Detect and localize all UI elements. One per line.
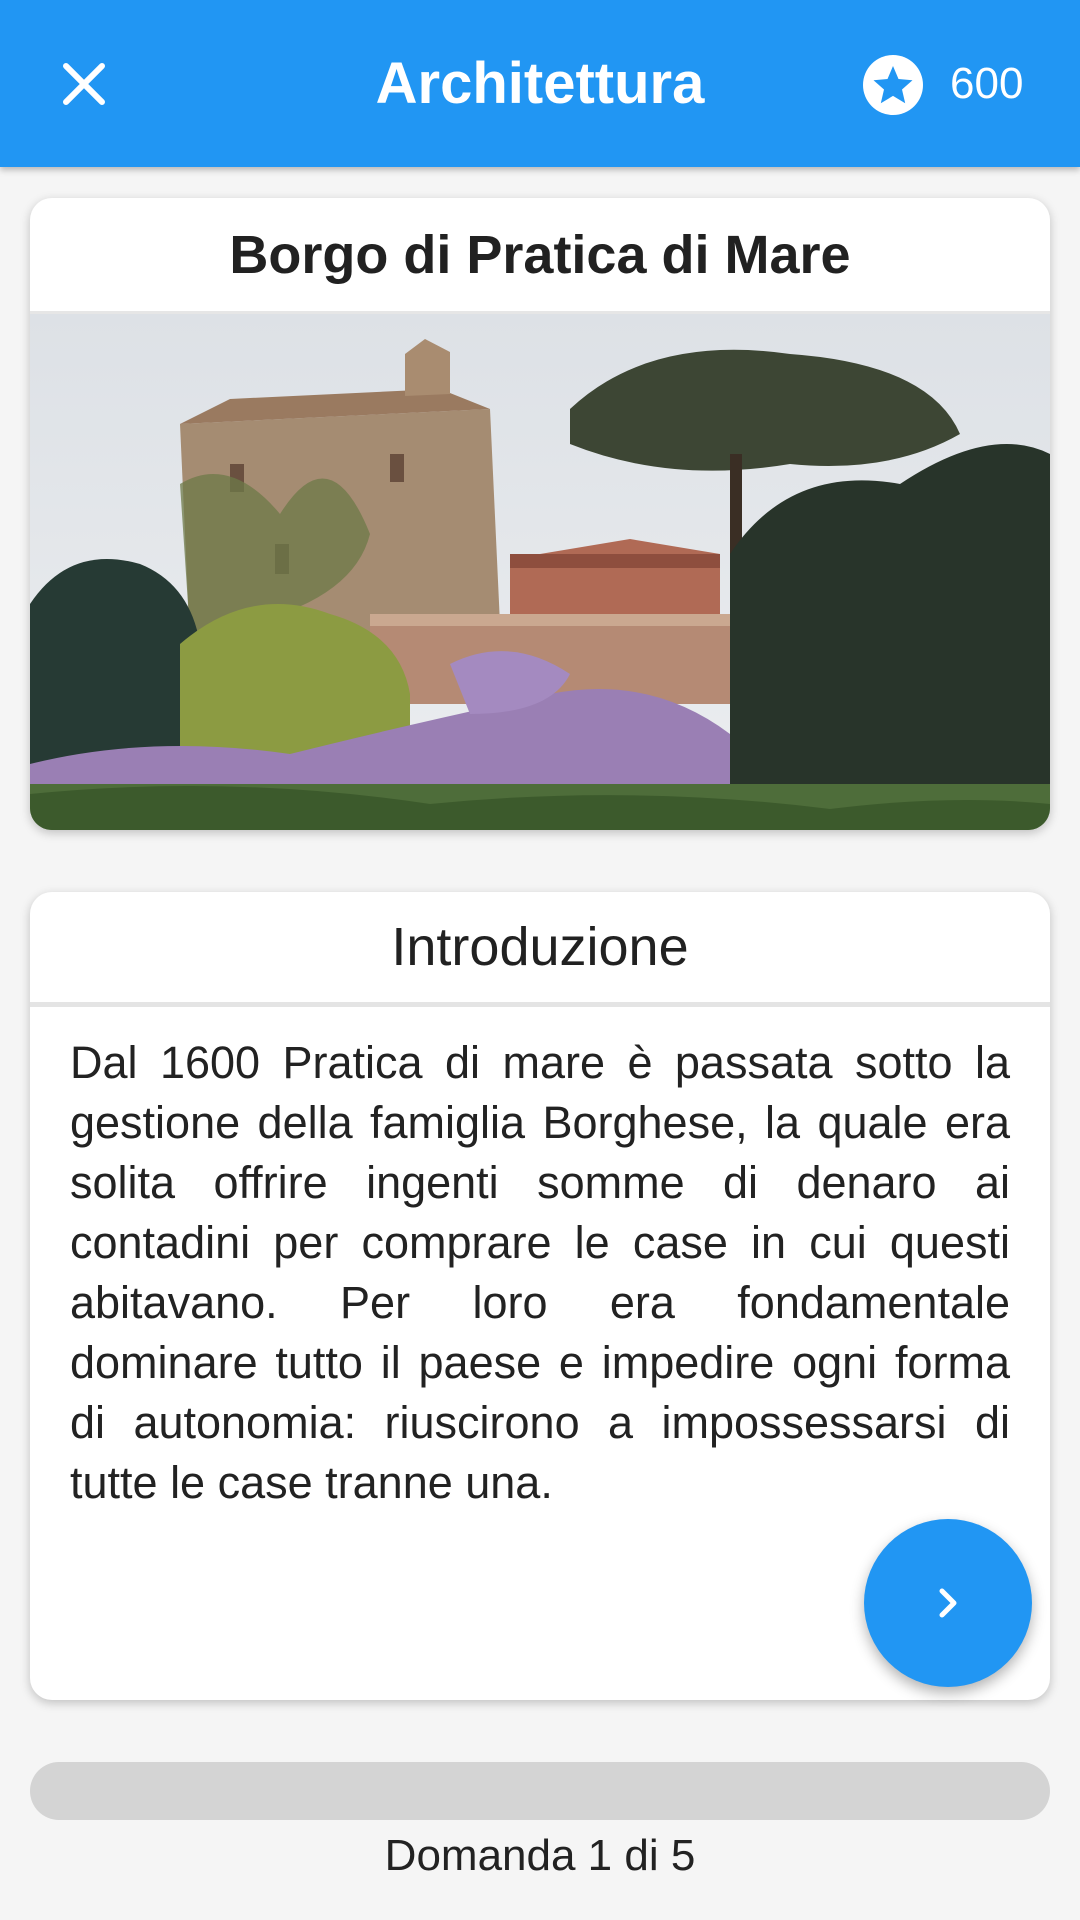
intro-text: Dal 1600 Pratica di mare è passata sotto… bbox=[70, 1037, 1010, 1508]
star-circle-icon bbox=[863, 55, 923, 115]
chevron-right-icon bbox=[939, 1588, 957, 1618]
progress-label: Domanda 1 di 5 bbox=[384, 1831, 696, 1880]
app-bar: Architettura 600 bbox=[0, 0, 1080, 167]
section-title: Introduzione bbox=[30, 892, 1050, 1007]
card-title: Borgo di Pratica di Mare bbox=[30, 198, 1050, 314]
borgo-photo bbox=[30, 314, 1050, 830]
next-button[interactable] bbox=[864, 1519, 1032, 1687]
image-card: Borgo di Pratica di Mare bbox=[30, 198, 1050, 830]
score-value: 600 bbox=[950, 59, 1024, 108]
progress-bar bbox=[30, 1762, 1050, 1820]
